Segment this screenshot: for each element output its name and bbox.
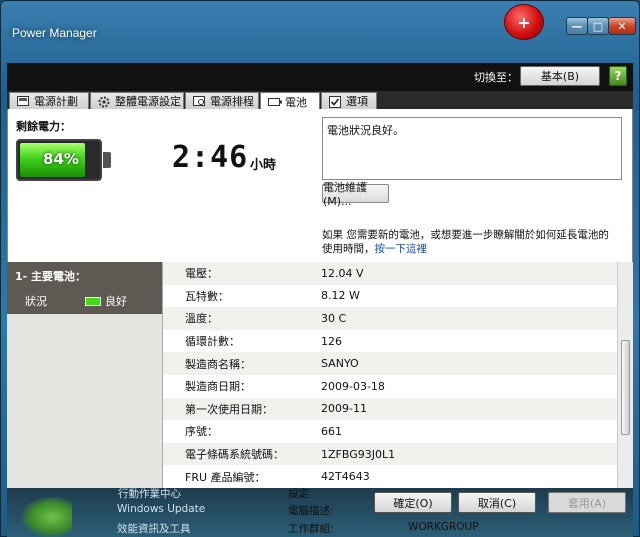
property-key: FRU 產品編號： xyxy=(185,470,266,484)
table-row: 序號： 661 xyxy=(163,420,633,443)
table-row: 瓦特數： 8.12 W xyxy=(163,285,633,308)
property-key: 溫度： xyxy=(185,312,218,326)
background-text: 工作群組: xyxy=(288,523,334,535)
minimize-button[interactable]: — xyxy=(566,17,588,35)
tab-label: 整體電源設定 xyxy=(115,95,181,108)
property-value: 1ZFBG93J0L1 xyxy=(321,447,396,461)
property-key: 製造商日期： xyxy=(185,380,251,394)
battery-list-panel: 1- 主要電池： 狀況 良好 xyxy=(7,262,162,488)
desktop-leaf-graphic xyxy=(22,497,72,537)
battery-list-title: 1- 主要電池： xyxy=(15,270,87,283)
basic-mode-button[interactable]: 基本(B) xyxy=(520,66,600,86)
battery-icon xyxy=(268,97,282,107)
property-key: 序號： xyxy=(185,425,218,439)
battery-properties-table: 電壓： 12.04 V 瓦特數： 8.12 W 溫度： 30 C 循環計數： 126 製… xyxy=(162,262,633,488)
background-text: WORKGROUP xyxy=(408,521,479,533)
tab-label: 電源計劃 xyxy=(34,95,78,108)
tab-label: 電池 xyxy=(285,95,307,109)
property-key: 循環計數： xyxy=(185,335,240,349)
hint-link[interactable]: 按一下這裡 xyxy=(375,243,428,255)
property-value: 2009-03-18 xyxy=(321,379,385,393)
battery-maintenance-button[interactable]: 電池維護(M)... xyxy=(322,181,389,208)
battery-status-label: 狀況 xyxy=(25,295,47,308)
help-icon[interactable]: ? xyxy=(609,66,627,86)
tab-power-plan[interactable]: 電源計劃 xyxy=(9,92,89,109)
gear-icon xyxy=(98,96,110,108)
background-text: Windows Update xyxy=(117,503,206,515)
battery-list-item[interactable]: 1- 主要電池： 狀況 良好 xyxy=(7,262,162,314)
window-title: Power Manager xyxy=(12,26,97,40)
property-key: 第一次使用日期： xyxy=(185,402,273,416)
tab-label: 電源排程 xyxy=(210,95,254,108)
property-key: 瓦特數： xyxy=(185,289,229,303)
battery-status-value: 良好 xyxy=(85,293,127,309)
battery-status-box: 電池狀況良好。 xyxy=(322,117,622,180)
power-plan-icon xyxy=(17,96,29,106)
background-text: 行動作業中心 xyxy=(118,488,181,500)
background-text: 設定 xyxy=(288,488,309,500)
table-row: 製造商日期： 2009-03-18 xyxy=(163,375,633,398)
cancel-button[interactable]: 取消(C) xyxy=(458,492,536,513)
tab-schedule[interactable]: 電源排程 xyxy=(185,92,259,109)
table-row: 溫度： 30 C xyxy=(163,307,633,330)
property-value: 42T4643 xyxy=(321,470,370,484)
property-value: 8.12 W xyxy=(321,289,360,303)
schedule-icon xyxy=(193,96,205,106)
ok-button[interactable]: 確定(O) xyxy=(374,492,452,513)
hint-text: 如果 您需要新的電池，或想要進一步瞭解關於如何延長電池的 使用時間， xyxy=(322,229,609,255)
table-scrollbar[interactable] xyxy=(617,262,633,488)
property-value: 2009-11 xyxy=(321,402,367,416)
property-value: 661 xyxy=(321,424,342,438)
remaining-time-unit: 小時 xyxy=(250,158,277,173)
tab-global-settings[interactable]: 整體電源設定 xyxy=(90,92,184,109)
property-key: 電子條碼系統號碼： xyxy=(185,448,284,462)
battery-status-text: 良好 xyxy=(105,295,127,308)
switch-label: 切換至： xyxy=(474,71,518,84)
table-row: 製造商名稱： SANYO xyxy=(163,352,633,375)
close-button[interactable]: ✕ xyxy=(608,17,636,35)
battery-good-icon xyxy=(85,296,101,306)
tab-battery[interactable]: 電池 xyxy=(260,92,320,110)
remaining-power-label: 剩餘電力： xyxy=(16,120,71,133)
table-row: FRU 產品編號： 42T4643 xyxy=(163,465,633,488)
checkbox-icon xyxy=(329,96,341,108)
maximize-button[interactable]: □ xyxy=(587,17,609,35)
property-key: 製造商名稱： xyxy=(185,357,251,371)
tab-options[interactable]: 選項 xyxy=(321,92,377,109)
property-value: 126 xyxy=(321,334,342,348)
table-row: 電子條碼系統號碼： 1ZFBG93J0L1 xyxy=(163,442,633,466)
property-value: SANYO xyxy=(321,357,359,371)
property-key: 電壓： xyxy=(185,267,218,281)
scrollbar-thumb[interactable] xyxy=(621,340,630,435)
battery-plus-icon: + xyxy=(504,4,544,40)
property-value: 30 C xyxy=(321,311,347,325)
table-row: 第一次使用日期： 2009-11 xyxy=(163,397,633,421)
table-row: 電壓： 12.04 V xyxy=(163,262,633,285)
remaining-time: 2:46 xyxy=(172,140,249,175)
property-value: 12.04 V xyxy=(321,266,364,280)
battery-percent: 84% xyxy=(43,150,79,168)
background-text: 效能資訊及工具 xyxy=(117,523,191,535)
tab-label: 選項 xyxy=(346,95,368,108)
table-row: 循環計數： 126 xyxy=(163,330,633,353)
apply-button[interactable]: 套用(A) xyxy=(548,492,626,513)
background-text: 電腦描述: xyxy=(288,505,334,517)
battery-hint: 如果 您需要新的電池，或想要進一步瞭解關於如何延長電池的 使用時間，按一下這裡 xyxy=(322,228,622,256)
